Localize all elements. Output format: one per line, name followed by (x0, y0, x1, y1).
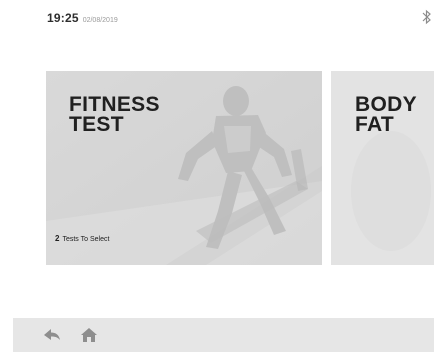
fitness-test-card[interactable]: FITNESS TEST 2 Tests To Select (46, 71, 322, 265)
body-fat-card[interactable]: BODY FAT (331, 71, 434, 265)
screen: 19:25 02/08/2019 FITNESS TEST 2 Tests To… (0, 0, 434, 352)
back-arrow-icon[interactable] (43, 327, 61, 343)
clock-time: 19:25 (47, 11, 79, 25)
clock-date: 02/08/2019 (82, 17, 118, 24)
tests-count-label: 2 Tests To Select (55, 234, 109, 243)
card-title: FITNESS TEST (69, 93, 160, 136)
status-bar: 19:25 02/08/2019 (47, 11, 118, 25)
home-icon[interactable] (80, 327, 98, 343)
tests-count-text: Tests To Select (62, 236, 110, 243)
bluetooth-icon (422, 9, 431, 25)
tests-count: 2 (55, 234, 60, 243)
bottom-navigation-bar (13, 318, 434, 352)
card-title: BODY FAT (355, 93, 417, 136)
